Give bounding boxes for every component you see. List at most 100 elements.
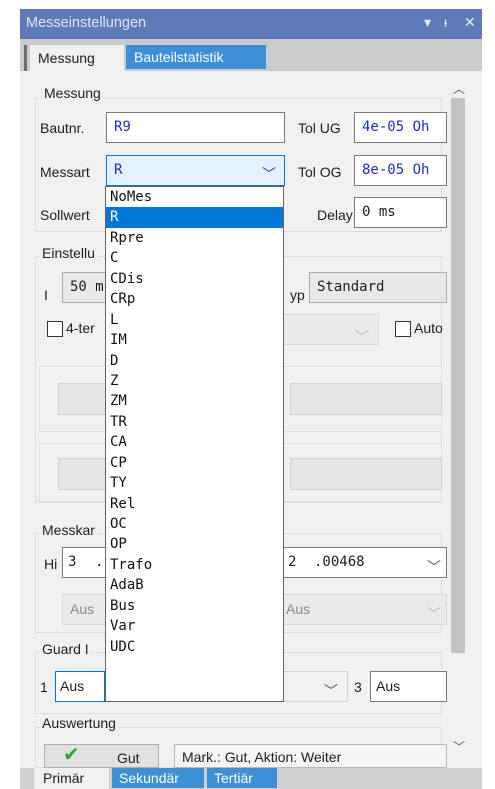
guard-3-value: Aus [376,678,401,694]
aus-right-combo: Aus ﹀ [283,594,447,625]
title-bar: Messeinstellungen ▾ ᵻ ✕ [20,9,482,39]
dropdown-option[interactable]: OC [106,514,283,534]
dropdown-option[interactable]: ZM [106,391,283,411]
disabled-chevron-down-icon: ﹀ [355,329,369,345]
dropdown-option[interactable]: Bus [106,596,283,616]
tab-tertiaer-label: Tertiär [214,770,253,786]
tab-sekundaer[interactable]: Sekundär [112,768,204,788]
top-tab-strip: Messung Bauteilstatistik [20,39,482,71]
bautnr-label: Bautnr. [40,120,85,136]
guard-group-label: Guard I [40,641,91,657]
lo-chevron-down-icon[interactable]: ﹀ [427,557,441,577]
messart-value: R [114,162,123,178]
four-terminal-checkbox[interactable] [47,321,63,337]
typ-value: Standard [317,279,385,295]
pin-dropdown-icon[interactable]: ▾ [424,14,431,31]
tol-ug-label: Tol UG [298,120,341,136]
dropdown-option[interactable]: TY [106,473,283,493]
subgroup-1-left-button[interactable] [58,383,108,415]
bautnr-field[interactable]: R9 [106,112,285,143]
tab-primaer[interactable]: Primär [34,768,109,789]
dropdown-option[interactable]: CP [106,453,283,473]
delay-field[interactable]: 0 ms [354,197,447,228]
guard-2-combo[interactable]: ﹀ [283,671,348,702]
i-label: I [44,287,48,303]
dock-icon[interactable]: ᵻ [444,14,447,30]
tol-ug-field[interactable]: 4e-05 Oh [354,112,447,143]
dropdown-option[interactable]: Rel [106,494,283,514]
dropdown-option[interactable]: C [106,248,283,268]
gut-button[interactable]: ✔ Gut [44,744,159,768]
lo-number: 2 [288,554,297,570]
messkanal-group-label: Messkar [40,522,97,538]
bautnr-value: R9 [114,119,131,135]
dropdown-option[interactable]: R [106,207,283,228]
guard-2-chevron-down-icon[interactable]: ﹀ [324,681,338,701]
messart-dropdown-list[interactable]: NoMes R Rpre C CDis CRp L IM D Z ZM TR CA CP TY Rel OC OP… [105,186,284,702]
aus-right-value: Aus [286,601,311,617]
dropdown-option[interactable]: Var [106,616,283,636]
dropdown-option[interactable]: Rpre [106,228,283,248]
hi-dot: . [95,554,104,570]
mark-text: Mark.: Gut, Aktion: Weiter [182,749,342,765]
typ-combo[interactable]: Standard [309,272,447,303]
scroll-up-arrow-icon[interactable]: ︿ [453,80,465,97]
dropdown-option[interactable]: TR [106,412,283,432]
tab-messung[interactable]: Messung [30,45,124,71]
tab-bauteilstatistik[interactable]: Bauteilstatistik [126,45,266,69]
tab-strip-edge [24,45,27,71]
aus-right-chevron-down-icon: ﹀ [427,606,441,622]
dropdown-option[interactable]: L [106,310,283,330]
tab-primaer-label: Primär [43,770,85,786]
tab-tertiaer[interactable]: Tertiär [207,768,277,788]
subgroup-2-right-button[interactable] [290,458,442,490]
einstellung-disabled-combo: ﹀ [280,314,379,345]
i-value: 50 m [70,279,104,295]
dropdown-option[interactable]: IM [106,330,283,350]
auto-checkbox[interactable] [395,321,411,337]
auswertung-group-label: Auswertung [40,715,118,731]
guard-1-label: 1 [40,679,48,695]
messart-label: Messart [40,164,90,180]
delay-label: Delay [317,207,353,223]
dropdown-option[interactable]: Trafo [106,555,283,575]
window-title: Messeinstellungen [26,15,147,31]
close-icon[interactable]: ✕ [464,14,476,31]
dropdown-option[interactable]: CDis [106,269,283,289]
subgroup-2-left-button[interactable] [58,458,108,490]
tol-og-field[interactable]: 8e-05 Oh [354,155,447,186]
messart-combo[interactable]: R ﹀ [106,155,285,186]
tol-og-value: 8e-05 Oh [362,162,430,178]
aus-left-value: Aus [70,601,95,617]
hi-value: 3 [68,554,77,570]
scroll-down-arrow-icon[interactable]: ﹀ [453,738,465,755]
typ-label: yp [290,287,305,303]
dropdown-option[interactable]: AdaB [106,575,283,595]
scrollbar-thumb[interactable] [451,98,465,653]
dropdown-option[interactable]: NoMes [106,187,283,207]
lo-value: .00468 [314,554,365,570]
guard-1-combo[interactable]: Aus [55,671,105,702]
guard-3-label: 3 [354,679,362,695]
guard-3-combo[interactable]: Aus [370,671,447,702]
messart-chevron-down-icon[interactable]: ﹀ [262,164,276,184]
four-terminal-label: 4-ter [66,320,95,336]
mark-display: Mark.: Gut, Aktion: Weiter [174,744,447,768]
lo-field[interactable]: 2 .00468 ﹀ [283,547,447,578]
tab-bauteilstatistik-label: Bauteilstatistik [134,49,224,65]
auto-label: Auto [414,320,443,336]
dropdown-option[interactable]: UDC [106,637,283,657]
gut-button-label: Gut [117,750,140,766]
dropdown-option[interactable]: OP [106,534,283,554]
tol-og-label: Tol OG [298,164,342,180]
dropdown-option[interactable]: D [106,351,283,371]
subgroup-1-right-button[interactable] [290,383,442,415]
dropdown-option[interactable]: CRp [106,289,283,309]
delay-value: 0 ms [362,204,396,220]
dropdown-option[interactable]: Z [106,371,283,391]
bottom-tab-strip: Primär Sekundär Tertiär [20,768,482,789]
dropdown-option[interactable]: CA [106,432,283,452]
sollwert-label: Sollwert [40,207,90,223]
messung-group-label: Messung [42,85,103,101]
tab-sekundaer-label: Sekundär [119,770,179,786]
